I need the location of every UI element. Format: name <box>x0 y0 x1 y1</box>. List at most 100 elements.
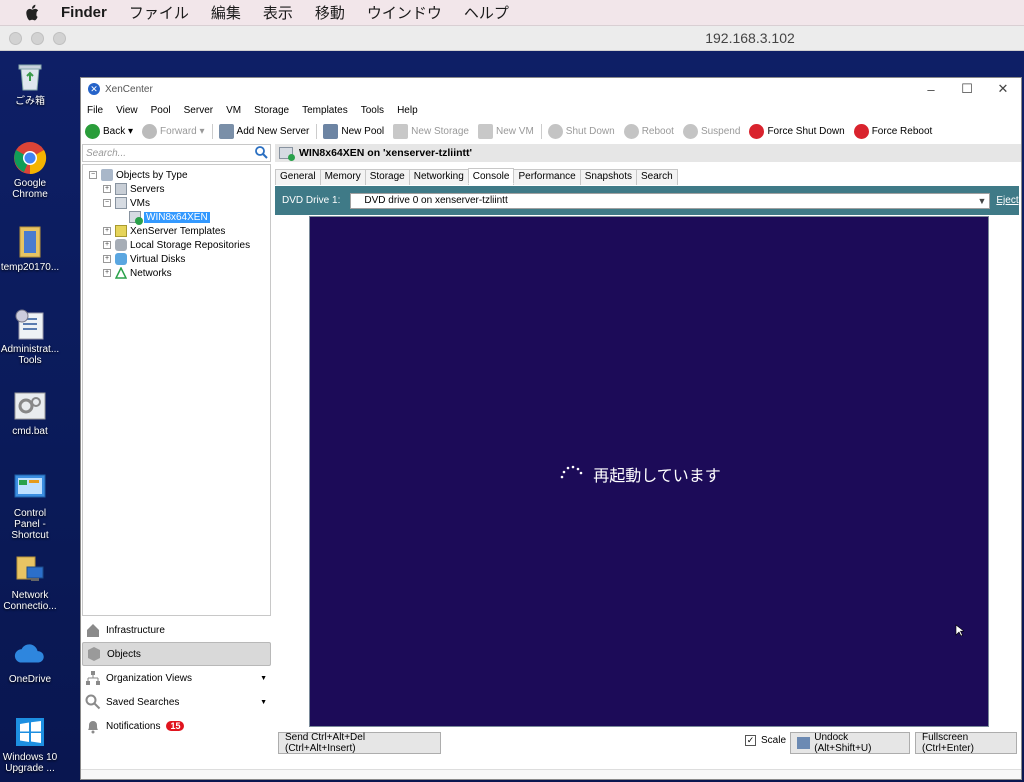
desktop-icon-admin-tools[interactable]: Administrat... Tools <box>0 307 60 366</box>
dvd-drive-select[interactable]: DVD drive 0 on xenserver-tzliintt ▼ <box>350 192 991 209</box>
nav-notifications[interactable]: Notifications 15 <box>82 714 271 738</box>
nav-organization-views[interactable]: Organization Views ▼ <box>82 666 271 690</box>
tab-networking[interactable]: Networking <box>408 169 469 185</box>
minimize-button[interactable]: – <box>913 78 949 100</box>
window-menu[interactable]: ウインドウ <box>367 2 442 23</box>
tab-console[interactable]: Console <box>467 168 515 184</box>
desktop-icon-temp-folder[interactable]: temp20170... <box>0 225 60 273</box>
close-button[interactable]: ✕ <box>985 78 1021 100</box>
new-vm-button[interactable]: New VM <box>477 123 534 139</box>
menu-pool[interactable]: Pool <box>151 105 171 116</box>
tree-node-networks[interactable]: + Networks <box>83 266 270 280</box>
windows-icon <box>13 715 47 749</box>
tree-node-objects-by-type[interactable]: − Objects by Type <box>83 168 270 182</box>
scale-label: Scale <box>761 735 787 746</box>
menu-help[interactable]: Help <box>397 105 418 116</box>
menu-templates[interactable]: Templates <box>302 105 348 116</box>
desktop-icon-chrome[interactable]: Google Chrome <box>0 141 60 200</box>
forward-button[interactable]: Forward ▾ <box>142 123 205 139</box>
tree-node-label: VMs <box>130 197 150 209</box>
admin-tools-icon <box>13 307 47 341</box>
shut-down-button[interactable]: Shut Down <box>547 123 615 139</box>
shut-down-label: Shut Down <box>565 125 615 137</box>
desktop-icon-win10-upgrade[interactable]: Windows 10 Upgrade ... <box>0 715 60 774</box>
force-reboot-button[interactable]: Force Reboot <box>853 123 932 139</box>
scale-checkbox[interactable]: ✓ Scale <box>745 735 786 746</box>
collapse-icon[interactable]: − <box>89 171 97 179</box>
desktop-icon-network[interactable]: Network Connectio... <box>0 553 60 612</box>
menu-storage[interactable]: Storage <box>254 105 289 116</box>
desktop-icon-label: temp20170... <box>0 262 60 273</box>
tab-performance[interactable]: Performance <box>513 169 581 185</box>
dvd-drive-value: DVD drive 0 on xenserver-tzliintt <box>364 195 508 206</box>
expand-icon[interactable]: + <box>103 269 111 277</box>
tab-memory[interactable]: Memory <box>319 169 366 185</box>
object-header: WIN8x64XEN on 'xenserver-tzliintt' <box>275 144 1021 162</box>
go-menu[interactable]: 移動 <box>315 2 345 23</box>
tree-node-templates[interactable]: + XenServer Templates <box>83 224 270 238</box>
add-new-server-button[interactable]: Add New Server <box>218 123 309 139</box>
collapse-icon[interactable]: − <box>103 199 111 207</box>
vm-console-screen[interactable]: 再起動しています <box>309 216 989 727</box>
search-input[interactable]: Search... <box>82 144 271 162</box>
tree-node-servers[interactable]: + Servers <box>83 182 270 196</box>
nav-objects[interactable]: Objects <box>82 642 271 666</box>
network-icon <box>13 553 47 587</box>
dropdown-icon[interactable]: ▼ <box>260 699 267 706</box>
desktop-icon-label: cmd.bat <box>12 426 48 437</box>
view-menu[interactable]: 表示 <box>263 2 293 23</box>
desktop-icon-control-panel[interactable]: Control Panel - Shortcut <box>0 471 60 541</box>
tree-node-local-storage[interactable]: + Local Storage Repositories <box>83 238 270 252</box>
bell-icon <box>85 718 101 734</box>
tab-storage[interactable]: Storage <box>364 169 410 185</box>
magnifier-icon <box>85 694 101 710</box>
menu-view[interactable]: View <box>116 105 138 116</box>
new-storage-label: New Storage <box>411 125 469 137</box>
maximize-button[interactable]: ☐ <box>949 78 985 100</box>
nav-label: Saved Searches <box>106 696 180 708</box>
dropdown-icon[interactable]: ▼ <box>260 675 267 682</box>
expand-icon[interactable]: + <box>103 185 111 193</box>
expand-icon[interactable]: + <box>103 255 111 263</box>
menu-file[interactable]: File <box>87 105 103 116</box>
help-menu[interactable]: ヘルプ <box>464 2 509 23</box>
new-storage-button[interactable]: New Storage <box>393 123 469 139</box>
suspend-button[interactable]: Suspend <box>682 123 740 139</box>
tab-search[interactable]: Search <box>635 169 678 185</box>
xencenter-titlebar: ✕ XenCenter – ☐ ✕ <box>81 78 1021 100</box>
left-panel: Search... − Objects by Type + Servers − … <box>81 144 271 769</box>
back-button[interactable]: Back ▾ <box>85 123 133 139</box>
edit-menu[interactable]: 編集 <box>211 2 241 23</box>
nav-infrastructure[interactable]: Infrastructure <box>82 618 271 642</box>
undock-button[interactable]: Undock (Alt+Shift+U) <box>790 732 910 754</box>
eject-link[interactable]: Eject <box>996 195 1018 206</box>
nav-label: Objects <box>107 648 141 660</box>
desktop-icon-onedrive[interactable]: OneDrive <box>0 637 60 685</box>
finder-menu[interactable]: Finder <box>61 4 107 21</box>
tab-general[interactable]: General <box>275 169 321 185</box>
nav-saved-searches[interactable]: Saved Searches ▼ <box>82 690 271 714</box>
menu-server[interactable]: Server <box>184 105 213 116</box>
fullscreen-button[interactable]: Fullscreen (Ctrl+Enter) <box>915 732 1017 754</box>
expand-icon[interactable]: + <box>103 227 111 235</box>
reboot-button[interactable]: Reboot <box>623 123 674 139</box>
desktop-icon-recycle-bin[interactable]: ごみ箱 <box>0 59 60 107</box>
new-pool-button[interactable]: New Pool <box>323 123 384 139</box>
apple-icon[interactable] <box>22 4 44 22</box>
tree-node-vm-selected[interactable]: WIN8x64XEN <box>83 210 270 225</box>
storage-icon <box>115 239 127 251</box>
send-ctrl-alt-del-button[interactable]: Send Ctrl+Alt+Del (Ctrl+Alt+Insert) <box>278 732 441 754</box>
tree-node-virtual-disks[interactable]: + Virtual Disks <box>83 252 270 266</box>
tab-snapshots[interactable]: Snapshots <box>579 169 637 185</box>
menu-tools[interactable]: Tools <box>361 105 384 116</box>
desktop-icon-cmd[interactable]: cmd.bat <box>0 389 60 437</box>
force-shut-down-button[interactable]: Force Shut Down <box>749 123 845 139</box>
file-menu[interactable]: ファイル <box>129 2 189 23</box>
expand-icon[interactable]: + <box>103 241 111 249</box>
search-icon[interactable] <box>255 146 268 162</box>
reboot-icon <box>623 123 639 139</box>
tree-node-vms[interactable]: − VMs <box>83 196 270 210</box>
mouse-cursor-icon <box>955 624 965 640</box>
menu-vm[interactable]: VM <box>226 105 241 116</box>
checkbox-checked-icon[interactable]: ✓ <box>745 735 756 746</box>
